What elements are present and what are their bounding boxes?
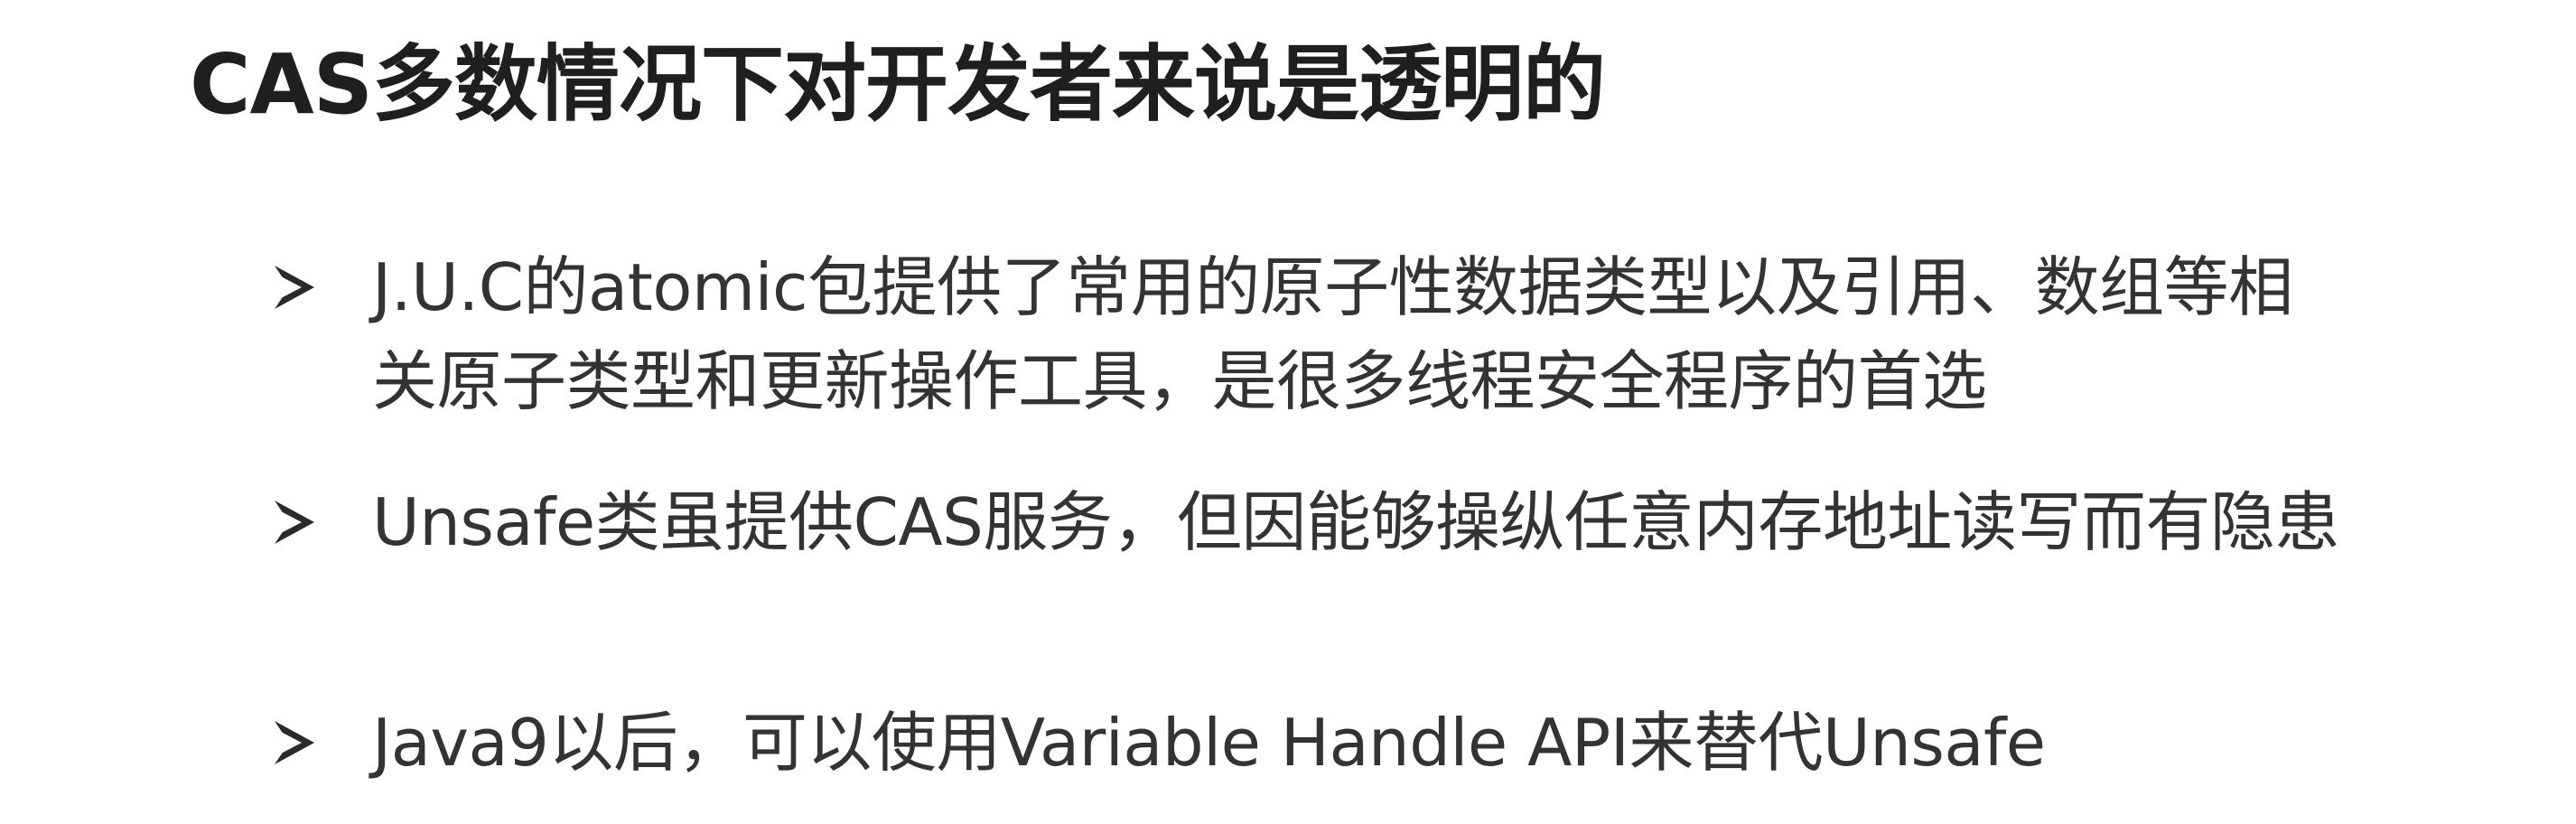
bullet-item: Unsafe类虽提供CAS服务，但因能够操纵任意内存地址读写而有隐患 bbox=[271, 475, 2339, 569]
arrowhead-bullet-icon bbox=[271, 240, 372, 334]
bullet-text: Unsafe类虽提供CAS服务，但因能够操纵任意内存地址读写而有隐患 bbox=[372, 475, 2339, 569]
bullet-item: Java9以后，可以使用Variable Handle API来替代Unsafe bbox=[271, 696, 2046, 790]
arrowhead-bullet-icon bbox=[271, 696, 372, 790]
arrowhead-bullet-icon bbox=[271, 475, 372, 569]
slide-title: CAS多数情况下对开发者来说是透明的 bbox=[190, 36, 1606, 133]
slide: CAS多数情况下对开发者来说是透明的 J.U.C的atomic包提供了常用的原子… bbox=[0, 0, 2576, 824]
bullet-line: Java9以后，可以使用Variable Handle API来替代Unsafe bbox=[372, 705, 2046, 781]
bullet-text: Java9以后，可以使用Variable Handle API来替代Unsafe bbox=[372, 696, 2046, 790]
bullet-line: J.U.C的atomic包提供了常用的原子性数据类型以及引用、数组等相 bbox=[372, 249, 2293, 325]
bullet-text: J.U.C的atomic包提供了常用的原子性数据类型以及引用、数组等相 关原子类… bbox=[372, 240, 2293, 428]
bullet-line: Unsafe类虽提供CAS服务，但因能够操纵任意内存地址读写而有隐患 bbox=[372, 484, 2339, 560]
bullet-line: 关原子类型和更新操作工具，是很多线程安全程序的首选 bbox=[372, 343, 1987, 419]
bullet-item: J.U.C的atomic包提供了常用的原子性数据类型以及引用、数组等相 关原子类… bbox=[271, 240, 2293, 428]
